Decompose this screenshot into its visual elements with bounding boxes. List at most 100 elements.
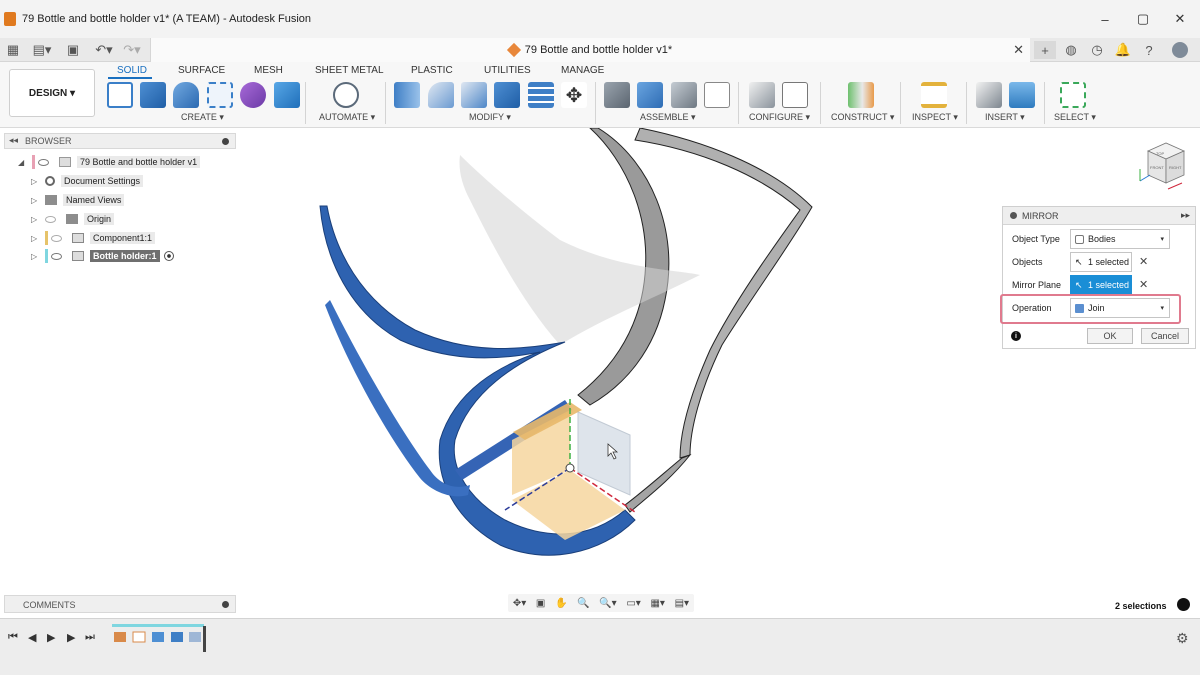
- modify-group-label[interactable]: MODIFY ▾: [469, 112, 511, 123]
- comments-panel[interactable]: COMMENTS: [4, 595, 236, 613]
- extensions-icon[interactable]: ◍: [1062, 41, 1080, 59]
- job-status-icon[interactable]: ◷: [1088, 41, 1106, 59]
- mirror-dialog-header[interactable]: MIRROR ▸▸: [1003, 207, 1195, 225]
- cancel-button[interactable]: Cancel: [1141, 328, 1189, 344]
- timeline-mirror-icon[interactable]: [189, 632, 201, 642]
- timeline-next-button[interactable]: ▶: [67, 631, 75, 644]
- activate-radio-icon[interactable]: [163, 251, 174, 261]
- object-type-select[interactable]: Bodies ▾: [1070, 229, 1170, 249]
- move-icon[interactable]: ✥: [561, 82, 587, 108]
- insert-canvas-icon[interactable]: [1009, 82, 1035, 108]
- view-cube[interactable]: TOP FRONT RIGHT: [1128, 133, 1192, 197]
- box-icon[interactable]: [274, 82, 300, 108]
- timeline-marker[interactable]: [203, 626, 206, 652]
- help-icon[interactable]: ?: [1140, 41, 1158, 59]
- fit-icon[interactable]: 🔍▾: [599, 598, 616, 609]
- grid-settings-icon[interactable]: ▦▾: [650, 598, 664, 609]
- orbit-icon[interactable]: ✥▾: [513, 598, 526, 609]
- tab-utilities[interactable]: UTILITIES: [484, 65, 531, 76]
- timeline-last-button[interactable]: ⏭: [85, 631, 95, 644]
- timeline-first-button[interactable]: ⏮: [8, 631, 18, 644]
- shell-icon[interactable]: [528, 82, 554, 108]
- clear-mirror-plane-icon[interactable]: ✕: [1139, 278, 1148, 291]
- tree-item-root[interactable]: ◢ 79 Bottle and bottle holder v1: [18, 154, 201, 170]
- configure-icon[interactable]: [749, 82, 775, 108]
- tree-item-bottle-holder[interactable]: ▷ Bottle holder:1: [31, 248, 174, 264]
- chamfer-icon[interactable]: [461, 82, 487, 108]
- browser-pin-icon[interactable]: [222, 138, 229, 145]
- selection-filter-icon[interactable]: [1177, 598, 1190, 611]
- app-grid-icon[interactable]: ▦: [4, 41, 22, 59]
- joint-icon[interactable]: [637, 82, 663, 108]
- extrude-icon[interactable]: [140, 82, 166, 108]
- tab-plastic[interactable]: PLASTIC: [411, 65, 453, 76]
- display-settings-icon[interactable]: ▭▾: [626, 598, 640, 609]
- hidden-eye-icon[interactable]: [51, 234, 62, 242]
- timeline-previous-button[interactable]: ◀: [28, 631, 36, 644]
- expand-arrow-icon[interactable]: ▷: [31, 196, 39, 205]
- tab-mesh[interactable]: MESH: [254, 65, 283, 76]
- timeline-features[interactable]: [112, 624, 206, 652]
- create-group-label[interactable]: CREATE ▾: [181, 112, 224, 123]
- tree-item-component1[interactable]: ▷ Component1:1: [31, 230, 156, 246]
- notifications-icon[interactable]: 🔔: [1114, 41, 1132, 59]
- timeline-settings-gear-icon[interactable]: ⚙: [1176, 630, 1189, 647]
- create-sketch-icon[interactable]: [107, 82, 133, 108]
- tree-item-named-views[interactable]: ▷ Named Views: [31, 192, 125, 208]
- timeline-play-button[interactable]: ▶: [47, 631, 55, 644]
- tab-manage[interactable]: MANAGE: [561, 65, 604, 76]
- zoom-icon[interactable]: 🔍: [577, 598, 589, 609]
- expand-arrow-icon[interactable]: ▷: [31, 234, 39, 243]
- automate-group-label[interactable]: AUTOMATE ▾: [319, 112, 375, 123]
- objects-selection[interactable]: ↖ 1 selected: [1070, 252, 1132, 272]
- assemble-group-label[interactable]: ASSEMBLE ▾: [640, 112, 696, 123]
- sweep-icon[interactable]: [207, 82, 233, 108]
- maximize-button[interactable]: ▢: [1123, 0, 1163, 38]
- visibility-eye-icon[interactable]: [51, 252, 62, 260]
- comments-add-icon[interactable]: [222, 601, 229, 608]
- mirror-plane-selection[interactable]: ↖ 1 selected: [1070, 275, 1132, 295]
- undo-icon[interactable]: ↶▾: [92, 41, 116, 59]
- configuration-table-icon[interactable]: [782, 82, 808, 108]
- form-icon[interactable]: [240, 82, 266, 108]
- visibility-eye-icon[interactable]: [38, 158, 49, 166]
- expand-arrow-icon[interactable]: ◢: [18, 158, 26, 167]
- insert-derive-icon[interactable]: [976, 82, 1002, 108]
- 3d-viewport[interactable]: [0, 128, 1200, 618]
- redo-icon[interactable]: ↷▾: [120, 41, 144, 59]
- clear-objects-icon[interactable]: ✕: [1139, 255, 1148, 268]
- viewports-icon[interactable]: ▤▾: [675, 598, 689, 609]
- browser-panel-header[interactable]: ◂◂ BROWSER: [4, 133, 236, 149]
- timeline-feature-icon[interactable]: [114, 632, 126, 642]
- pan-icon[interactable]: ✋: [555, 598, 567, 609]
- collapse-browser-icon[interactable]: ◂◂: [9, 135, 18, 146]
- inspect-group-label[interactable]: INSPECT ▾: [912, 112, 958, 123]
- offset-plane-icon[interactable]: [848, 82, 874, 108]
- expand-arrow-icon[interactable]: ▷: [31, 215, 39, 224]
- press-pull-icon[interactable]: [394, 82, 420, 108]
- hidden-eye-icon[interactable]: [45, 215, 56, 223]
- expand-dialog-icon[interactable]: ▸▸: [1181, 210, 1190, 221]
- minimize-button[interactable]: –: [1085, 0, 1125, 38]
- new-component-icon[interactable]: [604, 82, 630, 108]
- expand-arrow-icon[interactable]: ▷: [31, 252, 39, 261]
- revolve-icon[interactable]: [173, 82, 199, 108]
- user-avatar[interactable]: [1170, 41, 1190, 59]
- timeline-shell-icon[interactable]: [171, 632, 183, 642]
- timeline-extrude-icon[interactable]: [152, 632, 164, 642]
- tree-item-document-settings[interactable]: ▷ Document Settings: [31, 173, 144, 189]
- expand-arrow-icon[interactable]: ▷: [31, 177, 39, 186]
- document-tab[interactable]: 79 Bottle and bottle holder v1* ✕: [150, 38, 1030, 62]
- combine-icon[interactable]: [494, 82, 520, 108]
- fillet-icon[interactable]: [428, 82, 454, 108]
- new-tab-button[interactable]: +: [1034, 41, 1056, 59]
- insert-group-label[interactable]: INSERT ▾: [985, 112, 1025, 123]
- info-icon[interactable]: i: [1011, 331, 1021, 341]
- automate-icon[interactable]: [333, 82, 359, 108]
- tab-surface[interactable]: SURFACE: [178, 65, 225, 76]
- joint-origin-icon[interactable]: [704, 82, 730, 108]
- as-built-joint-icon[interactable]: [671, 82, 697, 108]
- save-icon[interactable]: ▣: [64, 41, 82, 59]
- tab-solid[interactable]: SOLID: [117, 65, 147, 76]
- close-window-button[interactable]: ✕: [1160, 0, 1200, 38]
